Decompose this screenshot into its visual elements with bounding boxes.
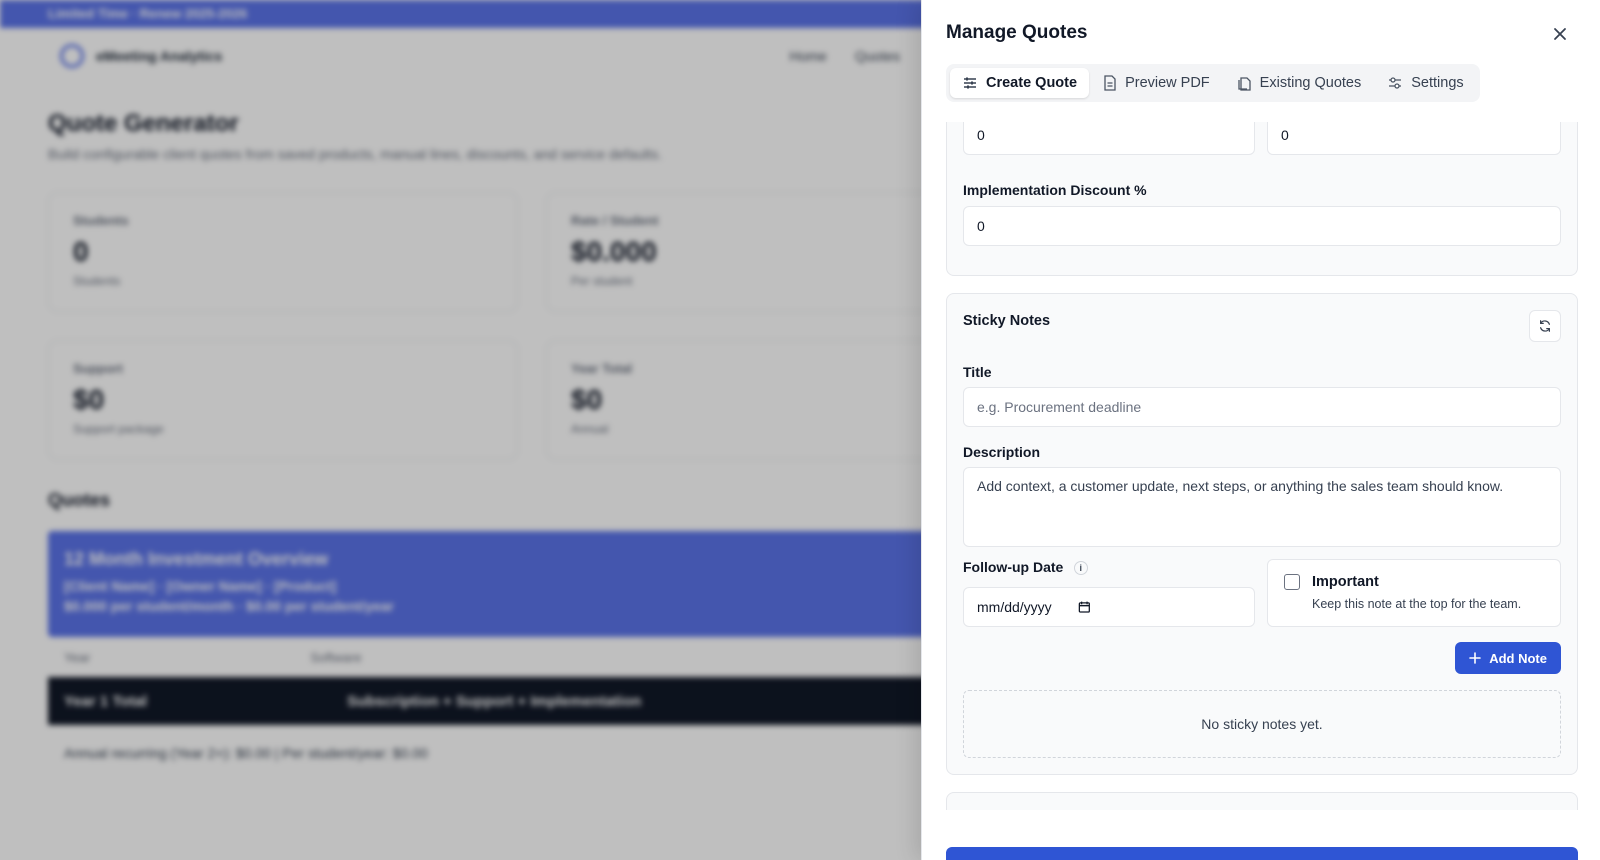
next-section-panel xyxy=(946,792,1578,810)
title-placeholder: e.g. Procurement deadline xyxy=(977,399,1142,415)
calendar-icon xyxy=(1079,601,1091,613)
sticky-notes-panel: Sticky Notes Title e.g. Procurement dead… xyxy=(946,293,1578,775)
drawer-scroll-area[interactable]: 0 0 Implementation Discount % 0 Sticky N… xyxy=(946,122,1578,810)
info-icon[interactable]: i xyxy=(1073,560,1088,575)
refresh-button[interactable] xyxy=(1529,310,1561,342)
close-button[interactable] xyxy=(1548,22,1572,46)
add-note-button[interactable]: Add Note xyxy=(1455,642,1561,674)
tab-label: Existing Quotes xyxy=(1259,75,1362,91)
discounts-panel: 0 0 Implementation Discount % 0 xyxy=(946,122,1578,276)
sticky-notes-title: Sticky Notes xyxy=(963,313,1051,329)
tab-label: Settings xyxy=(1411,75,1464,91)
tab-label: Create Quote xyxy=(986,75,1078,91)
empty-notes-state: No sticky notes yet. xyxy=(963,690,1561,758)
tab-create-quote[interactable]: Create Quote xyxy=(950,68,1090,98)
followup-date-input[interactable]: mm/dd/yyyy xyxy=(963,587,1255,627)
tab-settings[interactable]: Settings xyxy=(1375,68,1475,98)
primary-action-button[interactable] xyxy=(946,847,1578,860)
settings-icon xyxy=(1389,77,1402,89)
discount-field-right[interactable]: 0 xyxy=(1267,122,1561,155)
tab-bar: Create Quote Preview PDF Existing Quotes… xyxy=(946,64,1480,102)
file-icon xyxy=(1104,75,1116,91)
tab-label: Preview PDF xyxy=(1125,75,1210,91)
implementation-discount-label: Implementation Discount % xyxy=(963,182,1147,198)
followup-label: Follow-up Date xyxy=(963,559,1064,575)
tab-preview-pdf[interactable]: Preview PDF xyxy=(1091,68,1222,98)
description-placeholder: Add context, a customer update, next ste… xyxy=(977,478,1504,494)
important-label: Important xyxy=(1312,574,1379,590)
drawer-title: Manage Quotes xyxy=(946,22,1088,43)
tab-existing-quotes[interactable]: Existing Quotes xyxy=(1224,68,1374,98)
close-icon xyxy=(1554,28,1566,40)
description-textarea[interactable]: Add context, a customer update, next ste… xyxy=(963,467,1561,547)
important-checkbox[interactable] xyxy=(1284,574,1300,590)
files-icon xyxy=(1238,77,1251,91)
title-label: Title xyxy=(963,364,992,380)
important-option[interactable]: Important Keep this note at the top for … xyxy=(1267,559,1561,627)
important-hint: Keep this note at the top for the team. xyxy=(1312,597,1522,611)
sliders-icon xyxy=(964,77,976,89)
refresh-icon xyxy=(1540,320,1550,332)
date-placeholder: mm/dd/yyyy xyxy=(977,599,1052,615)
add-note-label: Add Note xyxy=(1489,650,1547,666)
manage-quotes-drawer: Manage Quotes Create Quote Preview PDF E… xyxy=(921,0,1600,860)
note-title-input[interactable]: e.g. Procurement deadline xyxy=(963,387,1561,427)
description-label: Description xyxy=(963,444,1041,460)
plus-icon xyxy=(1469,652,1482,664)
followup-label-row: Follow-up Date i xyxy=(963,559,1088,577)
implementation-discount-input[interactable]: 0 xyxy=(963,206,1561,246)
discount-field-left[interactable]: 0 xyxy=(963,122,1255,155)
